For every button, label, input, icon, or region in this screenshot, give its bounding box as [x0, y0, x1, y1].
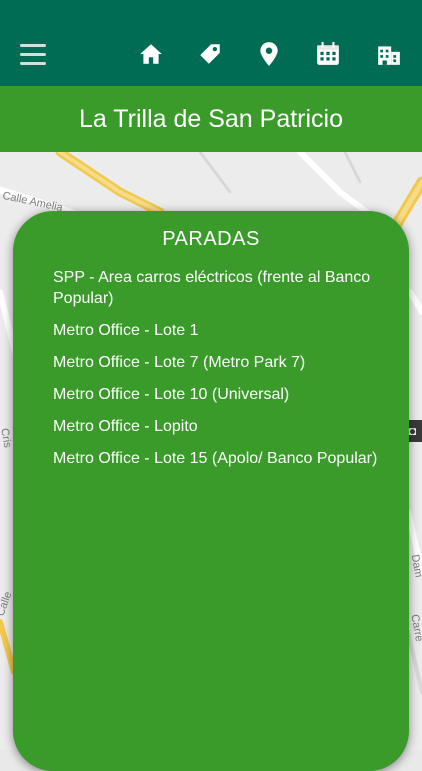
home-icon[interactable] [138, 40, 164, 68]
menu-icon[interactable] [20, 44, 47, 66]
tag-icon[interactable] [197, 40, 223, 68]
stop-item[interactable]: Metro Office - Lote 1 [53, 320, 383, 341]
building-icon[interactable] [376, 40, 402, 68]
stops-heading: PARADAS [162, 228, 260, 250]
page-title: La Trilla de San Patricio [0, 86, 422, 153]
stop-item[interactable]: Metro Office - Lote 10 (Universal) [53, 384, 383, 405]
stop-item[interactable]: Metro Office - Lote 15 (Apolo/ Banco Pop… [53, 448, 383, 469]
map-pin-icon[interactable] [256, 40, 282, 68]
stops-list: SPP - Area carros eléctricos (frente al … [53, 267, 383, 480]
stops-panel: PARADAS SPP - Area carros eléctricos (fr… [13, 211, 409, 771]
stop-item[interactable]: Metro Office - Lopito [53, 416, 383, 437]
top-nav-bar [0, 0, 422, 86]
stop-item[interactable]: SPP - Area carros eléctricos (frente al … [53, 267, 383, 309]
stop-item[interactable]: Metro Office - Lote 7 (Metro Park 7) [53, 352, 383, 373]
calendar-icon[interactable] [315, 40, 341, 68]
